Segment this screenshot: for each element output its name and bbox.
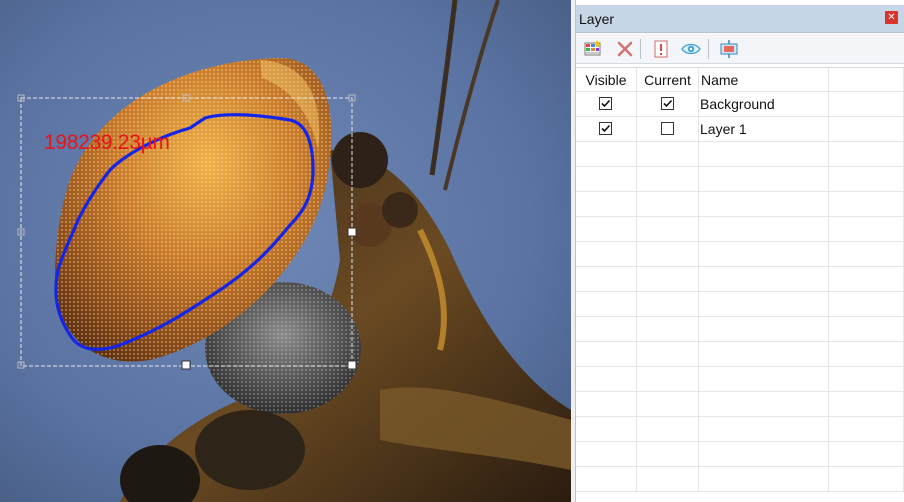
empty-row [576, 367, 904, 392]
table-row[interactable]: Layer 1 [576, 117, 904, 142]
empty-row [576, 192, 904, 217]
empty-row [576, 267, 904, 292]
resize-handle [347, 227, 357, 237]
empty-row [576, 167, 904, 192]
panel-header: Layer ✕ [576, 5, 904, 33]
toolbar-separator [708, 39, 709, 59]
close-icon[interactable]: ✕ [885, 11, 898, 24]
new-layer-icon[interactable] [582, 38, 604, 60]
layer-name: Layer 1 [699, 117, 829, 141]
resize-handle [347, 360, 357, 370]
toggle-visibility-icon[interactable] [680, 38, 702, 60]
empty-row [576, 142, 904, 167]
table-header: Visible Current Name [576, 67, 904, 92]
insect-photo [0, 0, 571, 502]
column-header-visible[interactable]: Visible [576, 68, 637, 92]
empty-row [576, 467, 904, 492]
toolbar-separator [640, 39, 641, 59]
empty-row [576, 292, 904, 317]
panel-title: Layer [579, 11, 615, 27]
merge-layer-icon[interactable] [718, 38, 740, 60]
column-header-filler [829, 68, 904, 92]
layer-toolbar [576, 34, 904, 64]
empty-row [576, 217, 904, 242]
table-row[interactable]: Background [576, 92, 904, 117]
empty-row [576, 342, 904, 367]
empty-row [576, 442, 904, 467]
layer-properties-icon[interactable] [650, 38, 672, 60]
empty-row [576, 392, 904, 417]
layer-panel: Layer ✕ Visible Current Name Background … [575, 0, 904, 502]
current-checkbox[interactable] [661, 122, 674, 135]
delete-layer-icon[interactable] [614, 38, 636, 60]
empty-row [576, 417, 904, 442]
empty-row [576, 317, 904, 342]
visible-checkbox[interactable] [599, 122, 612, 135]
visible-checkbox[interactable] [599, 97, 612, 110]
column-header-name[interactable]: Name [699, 68, 829, 92]
image-canvas[interactable]: 198239.23µm [0, 0, 571, 502]
layer-table: Visible Current Name Background Layer 1 [576, 67, 904, 492]
empty-row [576, 242, 904, 267]
measurement-label: 198239.23µm [44, 131, 170, 154]
current-checkbox[interactable] [661, 97, 674, 110]
column-header-current[interactable]: Current [637, 68, 699, 92]
resize-handle [181, 360, 191, 370]
layer-name: Background [699, 92, 829, 116]
